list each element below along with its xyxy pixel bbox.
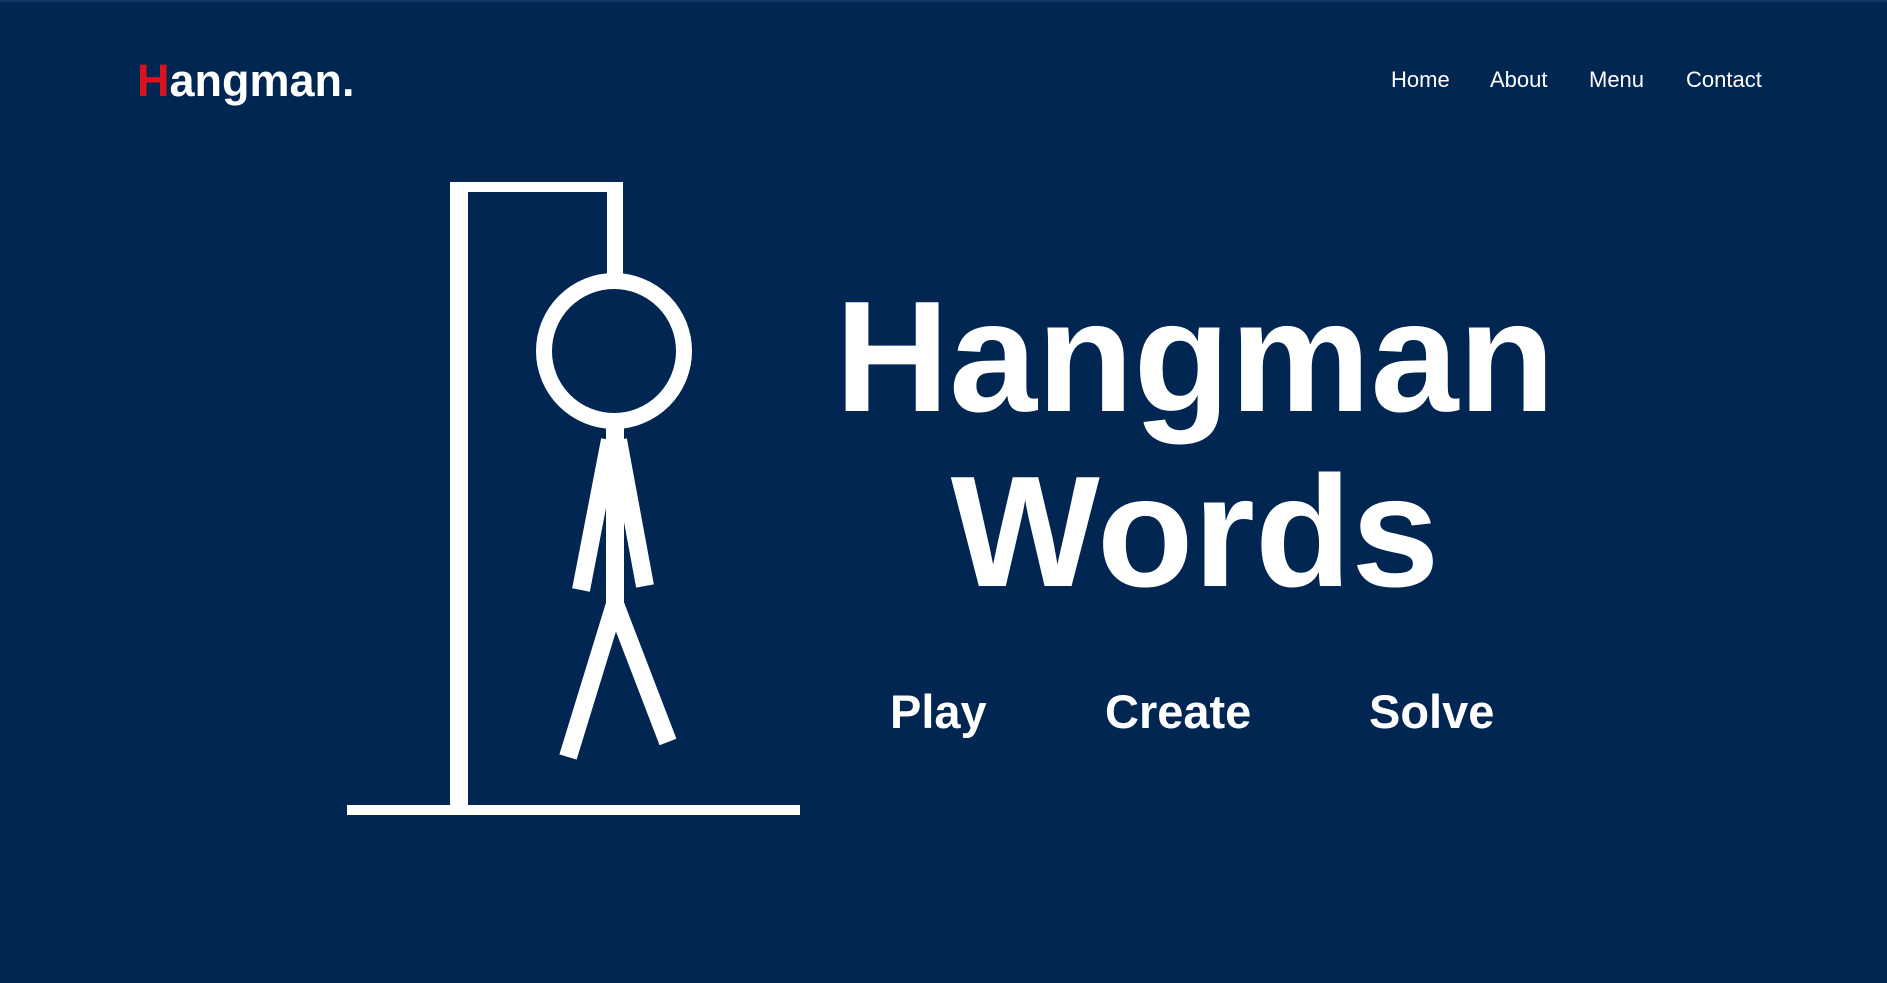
figure-right-leg xyxy=(606,600,677,746)
play-button[interactable]: Play xyxy=(890,684,987,740)
hero-title-line2: Words xyxy=(950,444,1440,620)
figure-left-leg xyxy=(559,601,624,760)
solve-button[interactable]: Solve xyxy=(1369,684,1494,740)
hero-title: Hangman Words xyxy=(790,270,1600,620)
figure-head xyxy=(536,273,692,429)
create-button[interactable]: Create xyxy=(1105,684,1251,740)
hero-title-line1: Hangman xyxy=(835,269,1555,445)
figure-left-arm xyxy=(572,438,619,592)
page: Hangman. Home About Menu Contact Hangman… xyxy=(0,0,1887,983)
